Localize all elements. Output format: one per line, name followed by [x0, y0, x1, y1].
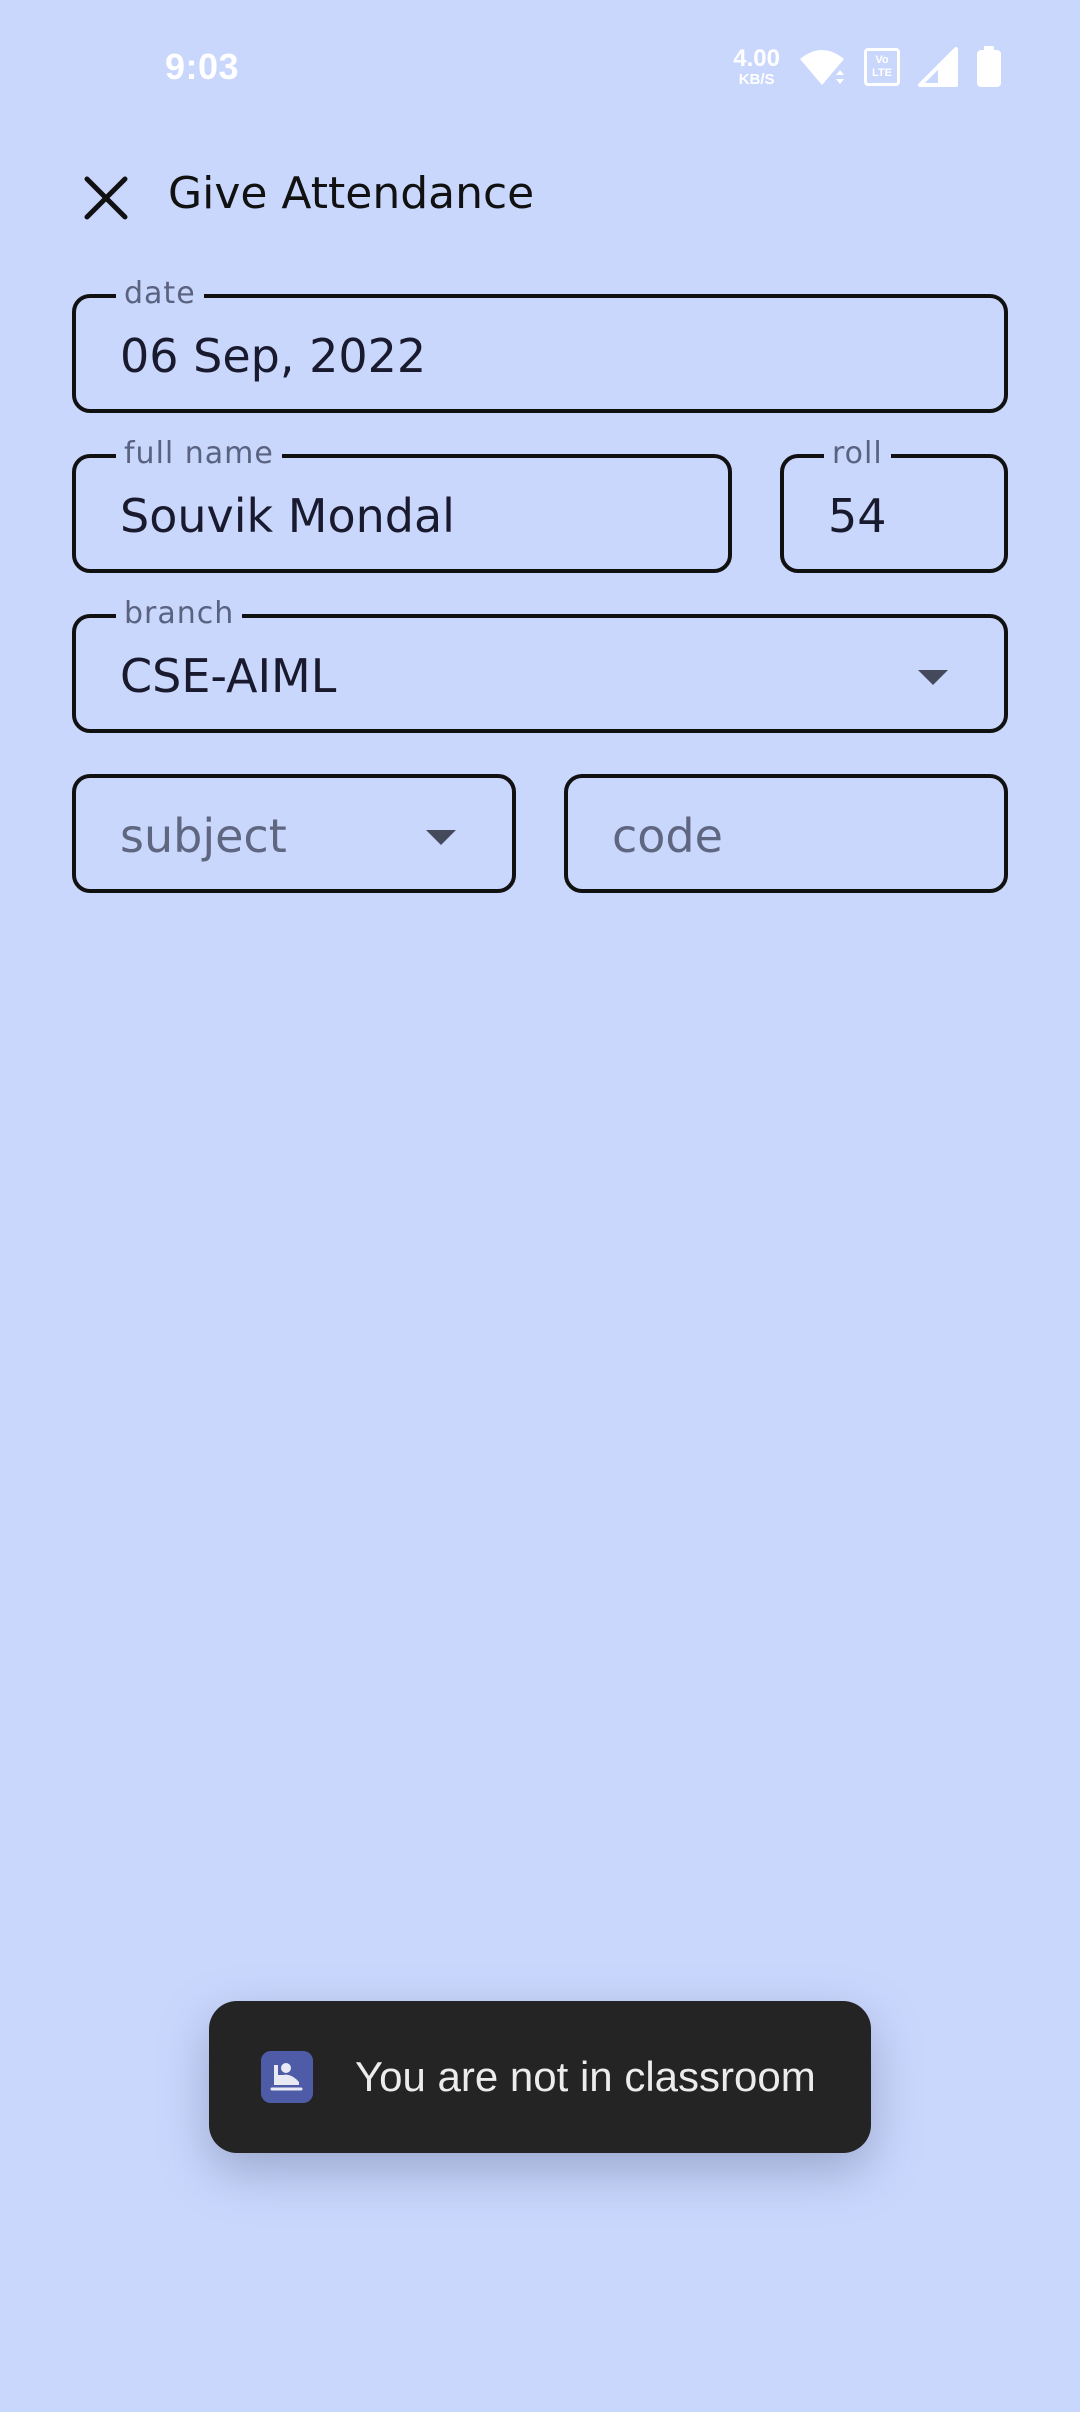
dropdown-arrow-icon	[918, 670, 948, 685]
roll-field[interactable]: roll 54	[780, 436, 1008, 573]
network-speed-unit: KB/S	[738, 71, 775, 88]
page-title: Give Attendance	[168, 168, 535, 219]
volte-line1: Vo	[875, 54, 889, 66]
network-speed-value: 4.00	[733, 45, 780, 72]
app-bar: Give Attendance	[0, 150, 1080, 240]
status-bar: 9:03 4.00 KB/S Vo LTE	[0, 0, 1080, 140]
roll-value: 54	[828, 489, 887, 543]
dropdown-arrow-icon	[426, 830, 456, 845]
signal-icon	[918, 47, 958, 87]
full-name-value: Souvik Mondal	[120, 489, 455, 543]
volte-line2: LTE	[872, 67, 892, 79]
wifi-icon	[800, 50, 844, 85]
full-name-field[interactable]: full name Souvik Mondal	[72, 436, 732, 573]
roll-label: roll	[824, 436, 891, 472]
volte-icon: Vo LTE	[864, 48, 900, 86]
close-button[interactable]	[78, 170, 134, 226]
subject-placeholder: subject	[120, 809, 287, 863]
toast-message: You are not in classroom	[355, 2053, 816, 2100]
date-field[interactable]: date 06 Sep, 2022	[72, 276, 1008, 413]
battery-icon	[977, 46, 1001, 87]
full-name-label: full name	[116, 436, 282, 472]
app-icon	[261, 2051, 313, 2103]
branch-label: branch	[116, 596, 243, 632]
network-speed: 4.00 KB/S	[733, 45, 780, 88]
status-time: 9:03	[165, 46, 240, 87]
date-label: date	[116, 276, 204, 312]
date-value: 06 Sep, 2022	[120, 329, 427, 383]
toast-notification: You are not in classroom	[209, 2001, 871, 2153]
branch-dropdown[interactable]: branch CSE-AIML	[72, 596, 1008, 733]
close-icon	[84, 176, 128, 220]
status-icons: 4.00 KB/S Vo LTE	[733, 44, 1002, 90]
subject-dropdown[interactable]: subject	[72, 774, 516, 893]
branch-value: CSE-AIML	[120, 649, 337, 703]
code-placeholder: code	[612, 809, 723, 863]
code-input[interactable]: code	[564, 774, 1008, 893]
